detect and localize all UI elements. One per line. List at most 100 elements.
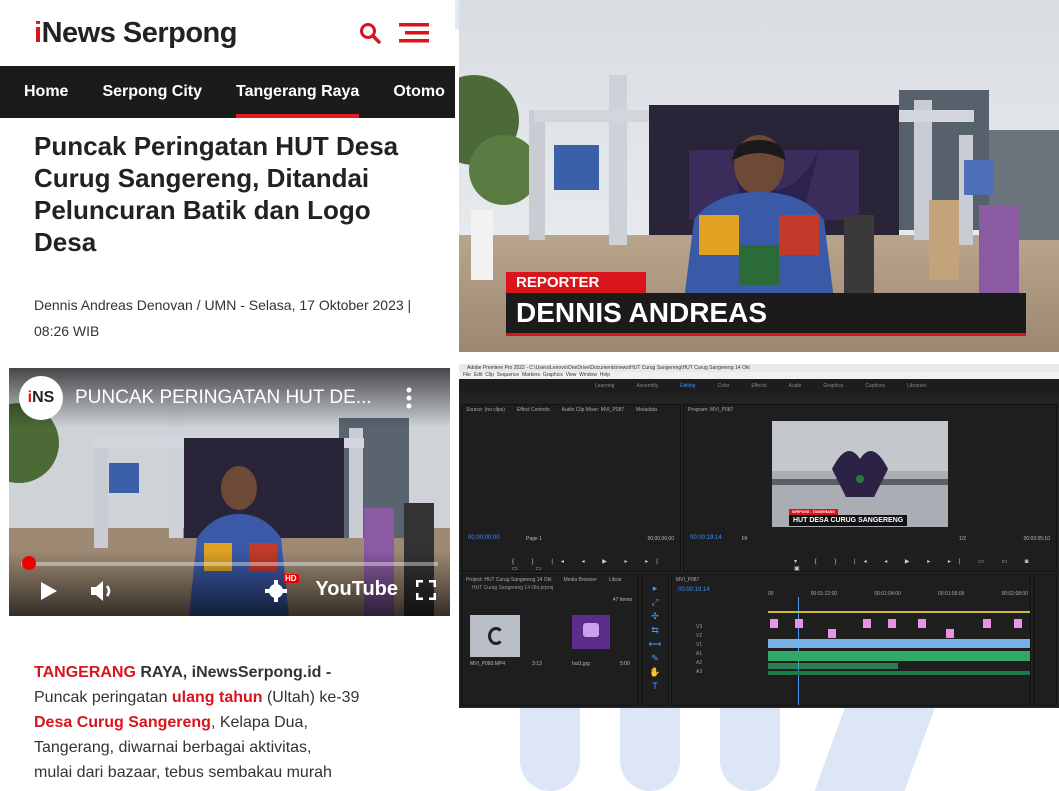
timeline-timecode[interactable]: 00:00:19:14 — [678, 587, 710, 593]
item-count: 47 Items — [612, 597, 632, 603]
youtube-logo[interactable]: YouTube — [315, 578, 398, 601]
source-timecode[interactable]: 00;00;00;00 — [468, 535, 500, 541]
article-headline: Puncak Peringatan HUT Desa Curug Sangere… — [34, 131, 399, 257]
nav-serpong-city[interactable]: Serpong City — [102, 66, 202, 118]
tab-timeline[interactable]: MVI_P087 — [676, 577, 699, 583]
tab-source[interactable]: Source: (no clips) — [466, 407, 505, 413]
body-line-5: mulai dari bazaar, tebus sembakau murah — [34, 764, 332, 781]
project-panel: Project: HUT Curug Sangereng 14 Okt Medi… — [461, 574, 639, 706]
source-timecode-right: 00;00;00;00 — [647, 536, 674, 542]
nav-home[interactable]: Home — [24, 66, 68, 118]
program-lower-third: HUT DESA CURUG SANGERENG — [789, 515, 908, 526]
ws-graphics[interactable]: Graphics — [823, 383, 843, 389]
youtube-embed[interactable]: i NS PUNCAK PERINGATAN HUT DE... HD YouTu… — [9, 368, 450, 616]
timeline-panel: MVI_P087 00:00:19:14 00 00:01:12:00 00:01:… — [671, 574, 1031, 706]
source-transport: { } |◂ ◂ ▶ ▸ ▸| ▭ ▭ — [512, 559, 666, 572]
reporter-lower-third: REPORTER DENNIS ANDREAS — [506, 272, 1026, 336]
body-line-3: Desa Curug Sangereng, Kelapa Dua, — [34, 714, 308, 731]
play-icon[interactable] — [39, 580, 59, 602]
reporter-name: DENNIS ANDREAS — [506, 293, 1026, 336]
youtube-controls: HD YouTube — [9, 550, 450, 616]
menu-bar: File Edit Clip Sequence Markers Graphics… — [459, 372, 1059, 379]
progress-bar[interactable] — [21, 562, 438, 566]
bin-name-2: hut1.jpg — [572, 661, 590, 667]
timeline-tabs: MVI_P087 — [672, 575, 1030, 585]
body-line-1: TANGERANG RAYA, iNewsSerpong.id - — [34, 664, 332, 681]
article-byline: Dennis Andreas Denovan / UMN - Selasa, 1… — [0, 258, 455, 344]
track-headers: V3 V2 V1 A1 A2 A3 — [696, 623, 746, 677]
menu-markers[interactable]: Markers — [522, 372, 540, 378]
watermark-bar-4 — [814, 706, 936, 791]
project-file: HUT Curug Sangereng 14 Okt.prproj — [472, 585, 554, 591]
ws-captions[interactable]: Captions — [865, 383, 885, 389]
menu-sequence[interactable]: Sequence — [497, 372, 520, 378]
fullscreen-icon[interactable] — [416, 580, 436, 600]
tab-libraries[interactable]: Librar — [609, 577, 622, 583]
ws-editing[interactable]: Editing — [680, 383, 695, 389]
ws-learning[interactable]: Learning — [595, 383, 614, 389]
search-icon[interactable] — [359, 22, 381, 44]
ws-color[interactable]: Color — [717, 383, 729, 389]
track-a1[interactable]: A1 — [696, 650, 746, 659]
program-timecode-right: 00:03:05:10 — [1023, 536, 1050, 542]
location-keyword[interactable]: TANGERANG — [34, 664, 136, 681]
timeline-clips[interactable] — [768, 607, 1030, 687]
volume-icon[interactable] — [89, 580, 115, 602]
bin-thumb-2[interactable] — [572, 615, 610, 649]
premiere-pro-window: Adobe Premiere Pro 2022 - C:\Users\Lenov… — [459, 364, 1059, 708]
menu-help[interactable]: Help — [600, 372, 610, 378]
watermark-bar-3 — [720, 706, 780, 791]
track-a2[interactable]: A2 — [696, 659, 746, 668]
program-ratio[interactable]: 1/2 — [959, 536, 966, 542]
tab-program[interactable]: Program: MVI_P087 — [688, 407, 733, 413]
ws-libraries[interactable]: Libraries — [907, 383, 926, 389]
tab-effect-controls[interactable]: Effect Controls — [517, 407, 550, 413]
menu-icon[interactable] — [399, 22, 429, 44]
program-fit[interactable]: Fit — [742, 536, 748, 542]
watermark-bar-2 — [620, 706, 680, 791]
ws-effects[interactable]: Effects — [751, 383, 766, 389]
hd-badge: HD — [283, 574, 299, 583]
settings-gear-icon[interactable] — [265, 580, 287, 602]
site-logo[interactable]: iNews Serpong — [34, 17, 238, 50]
menu-clip[interactable]: Clip — [485, 372, 494, 378]
tools-panel: ▸ ⤢ ✣ ⇆ ⟷ ✎ ✋ T — [641, 574, 669, 706]
menu-graphics[interactable]: Graphics — [543, 372, 563, 378]
track-a3[interactable]: A3 — [696, 668, 746, 677]
program-tabs: Program: MVI_P087 — [684, 405, 1056, 415]
nav-otomotif[interactable]: Otomo — [393, 66, 445, 118]
window-title-bar: Adobe Premiere Pro 2022 - C:\Users\Lenov… — [459, 364, 1059, 372]
ws-assembly[interactable]: Assembly — [636, 383, 658, 389]
keyword-link-ulang-tahun[interactable]: ulang tahun — [172, 689, 263, 706]
bin-name-1: MVI_P080.MP4 — [470, 661, 506, 667]
keyword-link-desa[interactable]: Desa Curug Sangereng — [34, 714, 211, 731]
channel-avatar[interactable]: i NS — [19, 376, 63, 420]
tab-media-browser[interactable]: Media Browser — [564, 577, 597, 583]
program-timecode[interactable]: 00:00:19:14 — [690, 535, 722, 541]
track-v3[interactable]: V3 — [696, 623, 746, 632]
menu-edit[interactable]: Edit — [474, 372, 483, 378]
nav-tangerang-raya[interactable]: Tangerang Raya — [236, 66, 360, 118]
menu-window[interactable]: Window — [579, 372, 597, 378]
video-title[interactable]: PUNCAK PERINGATAN HUT DE... — [75, 387, 372, 409]
body-line-2: Puncak peringatan ulang tahun (Ultah) ke… — [34, 689, 360, 706]
site-header: iNews Serpong — [0, 0, 455, 66]
bin-thumb-1[interactable] — [470, 615, 520, 657]
more-options-icon[interactable] — [404, 386, 414, 410]
program-transport: ▾ { } |◂ ◂ ▶ ▸ ▸| ▭ ▭ ◙ ▣ — [794, 559, 1037, 572]
menu-file[interactable]: File — [463, 372, 471, 378]
source-page[interactable]: Page 1 — [526, 536, 542, 542]
tab-metadata[interactable]: Metadata — [636, 407, 657, 413]
menu-view[interactable]: View — [566, 372, 577, 378]
track-v1[interactable]: V1 — [696, 641, 746, 650]
reporter-tag: REPORTER — [506, 272, 646, 293]
tab-project[interactable]: Project: HUT Curug Sangereng 14 Okt — [466, 577, 552, 583]
track-v2[interactable]: V2 — [696, 632, 746, 641]
article-body: TANGERANG RAYA, iNewsSerpong.id - Puncak… — [34, 660, 454, 785]
progress-scrubber[interactable] — [22, 556, 37, 570]
reporter-video-frame: REPORTER DENNIS ANDREAS — [459, 0, 1059, 352]
ws-audio[interactable]: Audio — [789, 383, 802, 389]
source-tabs: Source: (no clips) Effect Controls Audio… — [462, 405, 680, 415]
timeline-ruler: 00 00:01:12:00 00:01:04:00 00:01:56:00 00:02… — [768, 591, 1028, 597]
tab-audio-mixer[interactable]: Audio Clip Mixer: MVI_P087 — [562, 407, 625, 413]
